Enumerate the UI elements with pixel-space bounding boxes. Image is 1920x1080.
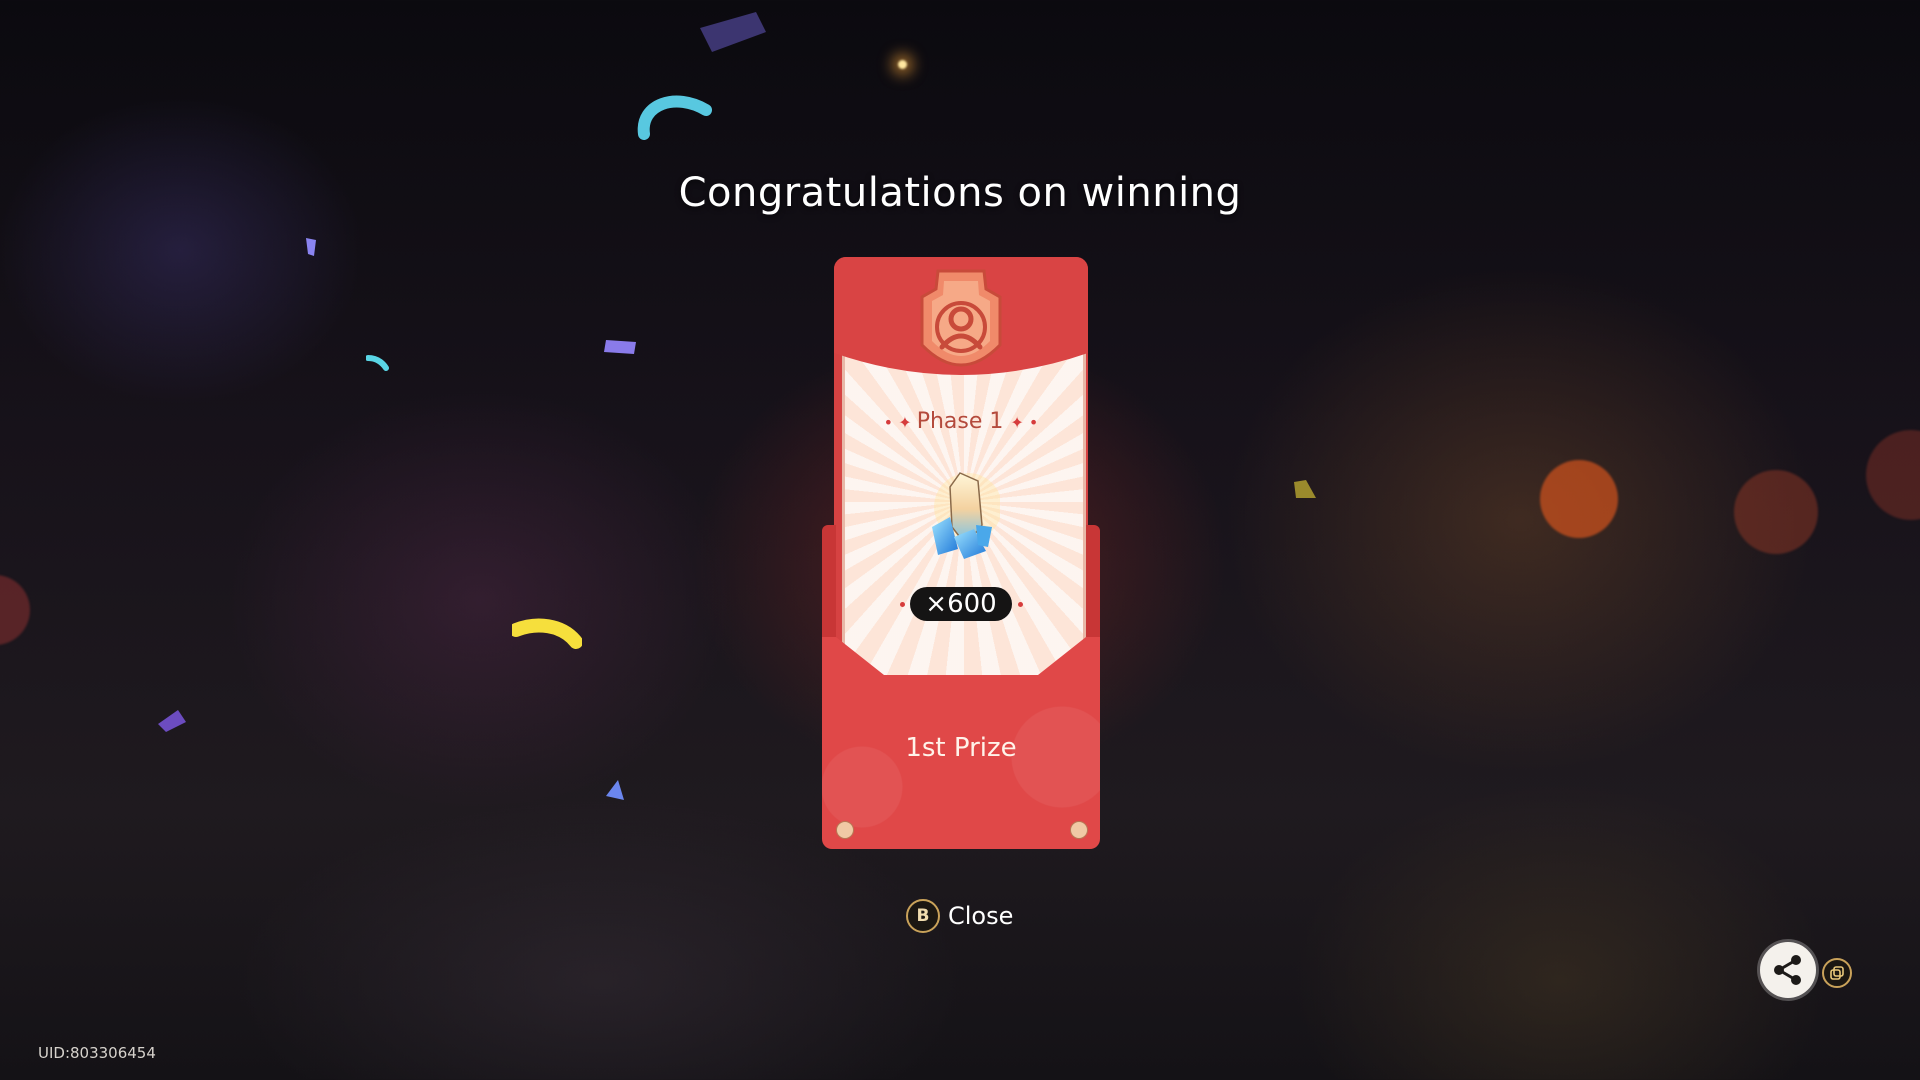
- card-sidewing-right: [1086, 525, 1100, 645]
- rivet-right-icon: [1070, 821, 1088, 839]
- confetti-cyan-small: [366, 355, 389, 371]
- card-sidewing-left: [822, 525, 836, 645]
- qty-dot-right: [1018, 602, 1023, 607]
- bokeh-edge-left: [0, 575, 30, 645]
- copy-icon: [1830, 966, 1844, 980]
- qty-dot-left: [900, 602, 905, 607]
- controller-b-button-icon: B: [906, 899, 940, 933]
- confetti-violet-2: [306, 238, 316, 256]
- copy-button[interactable]: [1822, 958, 1852, 988]
- prize-card: • ✦ Phase 1 ✦ • ×600 1st Prize: [822, 257, 1100, 849]
- uid-label: UID:803306454: [38, 1044, 156, 1062]
- sparkle-left-icon: • ✦: [883, 413, 917, 432]
- bokeh-edge-right: [1866, 430, 1920, 520]
- close-button[interactable]: B Close: [906, 898, 1013, 934]
- close-label: Close: [948, 902, 1014, 930]
- confetti-blue-bottom: [606, 780, 624, 800]
- phase-label-row: • ✦ Phase 1 ✦ •: [822, 409, 1100, 434]
- confetti-purple-left: [158, 710, 186, 732]
- sparkle-right-icon: ✦ •: [1010, 413, 1039, 432]
- bokeh-orange-right: [1734, 470, 1818, 554]
- badge-emblem-icon: [920, 269, 1002, 367]
- spark-top: [898, 60, 907, 69]
- prize-label: 1st Prize: [905, 733, 1017, 763]
- share-icon: [1774, 955, 1801, 985]
- confetti-cyan-arc: [637, 95, 712, 140]
- page-title: Congratulations on winning: [678, 170, 1242, 216]
- phase-label: Phase 1: [916, 409, 1004, 434]
- rivet-left-icon: [836, 821, 854, 839]
- reward-quantity: ×600: [910, 587, 1012, 621]
- confetti-violet-1: [604, 340, 636, 354]
- share-button[interactable]: [1760, 942, 1816, 998]
- confetti-purple-top: [700, 12, 766, 52]
- confetti-yellow-left: [512, 618, 582, 649]
- bokeh-orange-large: [1540, 460, 1618, 538]
- primogem-crystal-icon: [932, 472, 1000, 559]
- confetti-olive-right: [1294, 480, 1316, 498]
